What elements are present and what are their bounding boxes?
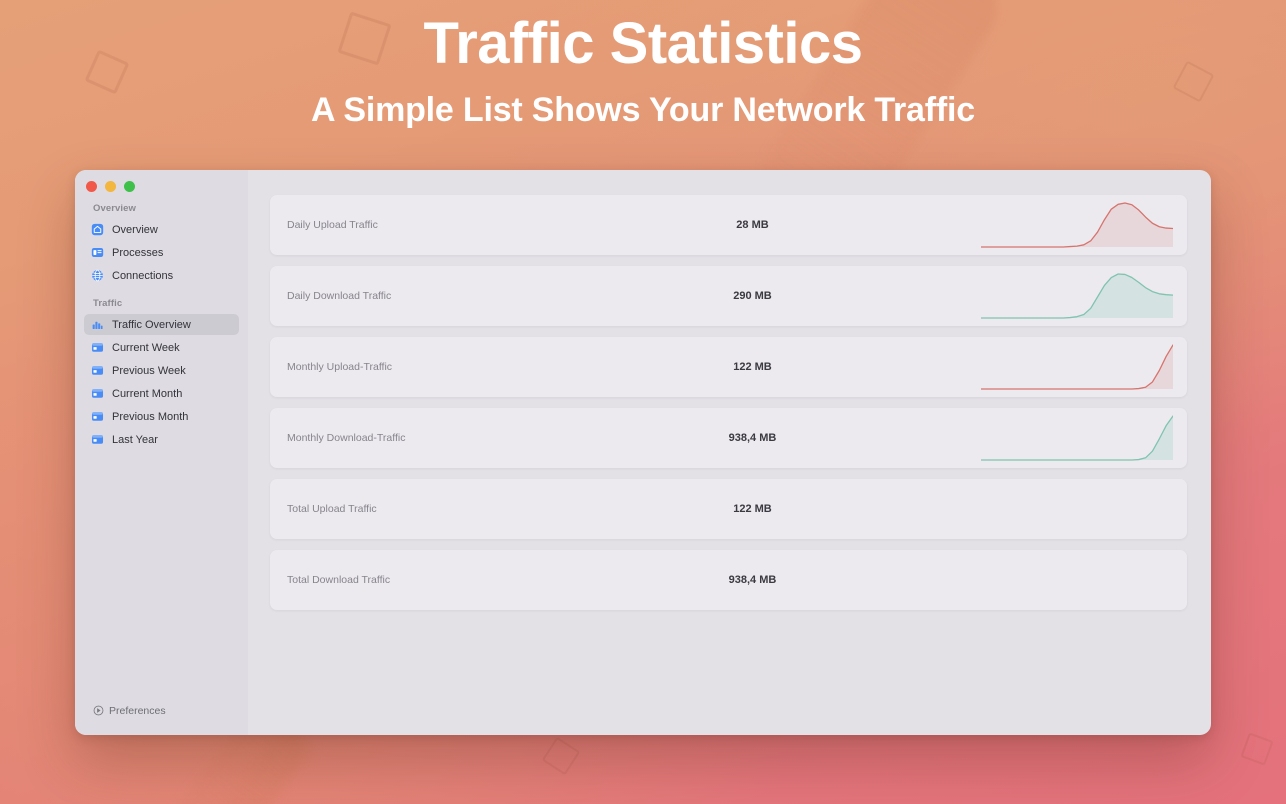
sidebar-item-label: Previous Month — [112, 410, 189, 423]
calendar-icon — [91, 433, 104, 446]
sidebar-item-connections[interactable]: Connections — [84, 265, 239, 286]
sidebar-item-label: Previous Week — [112, 364, 186, 377]
sidebar-item-traffic-overview[interactable]: Traffic Overview — [84, 314, 239, 335]
page-subtitle: A Simple List Shows Your Network Traffic — [311, 91, 975, 129]
sidebar-item-previous-week[interactable]: Previous Week — [84, 360, 239, 381]
home-icon — [91, 223, 104, 236]
sidebar-footer: Preferences — [75, 703, 248, 735]
bar-chart-icon — [91, 318, 104, 331]
decorative-square — [541, 736, 581, 776]
calendar-icon — [91, 364, 104, 377]
zoom-button[interactable] — [124, 181, 135, 192]
preferences-button[interactable]: Preferences — [93, 705, 166, 717]
sidebar-item-label: Connections — [112, 269, 174, 282]
sidebar-item-label: Overview — [112, 223, 158, 236]
table-row[interactable]: Total Upload Traffic 122 MB — [270, 479, 1187, 539]
sidebar-item-previous-month[interactable]: Previous Month — [84, 406, 239, 427]
row-value: 122 MB — [733, 503, 772, 515]
sidebar-item-current-month[interactable]: Current Month — [84, 383, 239, 404]
sidebar: Overview Overview Processes Connections — [75, 170, 248, 735]
calendar-icon — [91, 341, 104, 354]
calendar-icon — [91, 387, 104, 400]
page-header: Traffic Statistics A Simple List Shows Y… — [0, 0, 1286, 132]
table-row[interactable]: Daily Download Traffic 290 MB — [270, 266, 1187, 326]
preferences-label: Preferences — [109, 704, 166, 717]
sidebar-item-overview[interactable]: Overview — [84, 219, 239, 240]
app-window: Overview Overview Processes Connections — [75, 170, 1211, 735]
sidebar-item-label: Traffic Overview — [112, 318, 191, 331]
preferences-icon — [93, 705, 104, 716]
table-row[interactable]: Monthly Upload-Traffic 122 MB — [270, 337, 1187, 397]
sparkline-chart — [981, 337, 1173, 397]
window-controls — [75, 174, 248, 192]
sidebar-item-current-week[interactable]: Current Week — [84, 337, 239, 358]
minimize-button[interactable] — [105, 181, 116, 192]
sidebar-item-label: Current Week — [112, 341, 180, 354]
close-button[interactable] — [86, 181, 97, 192]
sidebar-item-label: Processes — [112, 246, 164, 259]
table-row[interactable]: Daily Upload Traffic 28 MB — [270, 195, 1187, 255]
table-row[interactable]: Total Download Traffic 938,4 MB — [270, 550, 1187, 610]
sparkline-chart — [981, 195, 1173, 255]
sidebar-item-processes[interactable]: Processes — [84, 242, 239, 263]
sparkline-chart — [981, 408, 1173, 468]
decorative-square — [1240, 732, 1274, 766]
sparkline-chart — [981, 266, 1173, 326]
table-row[interactable]: Monthly Download-Traffic 938,4 MB — [270, 408, 1187, 468]
page-title: Traffic Statistics — [423, 11, 863, 76]
sidebar-item-last-year[interactable]: Last Year — [84, 429, 239, 450]
sidebar-section-traffic-label: Traffic — [93, 298, 123, 309]
processes-icon — [91, 246, 104, 259]
sidebar-item-label: Last Year — [112, 433, 158, 446]
calendar-icon — [91, 410, 104, 423]
sidebar-section-overview-label: Overview — [93, 203, 137, 214]
traffic-list: Daily Upload Traffic 28 MB Daily Download … — [248, 170, 1211, 735]
sidebar-item-label: Current Month — [112, 387, 183, 400]
globe-icon — [91, 269, 104, 282]
app-screenshot: Traffic Statistics A Simple List Shows Y… — [0, 0, 1286, 804]
row-value: 938,4 MB — [728, 574, 777, 586]
